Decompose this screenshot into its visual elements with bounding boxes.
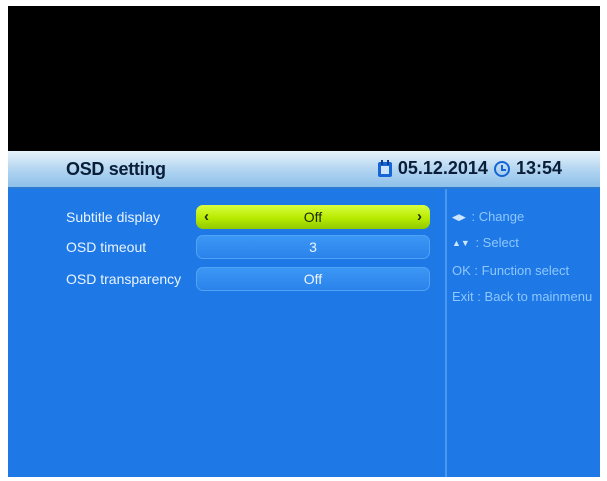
date-time: 05.12.2014 13:54 [377,158,562,179]
panel-divider [445,189,447,477]
date-text: 05.12.2014 [397,158,488,178]
setting-row-osd-transparency[interactable]: OSD transparency Off [8,267,445,291]
help-key: OK [452,263,471,278]
help-text: : Function select [474,263,570,278]
setting-value: 3 [309,239,317,255]
help-text: : Select [475,235,519,250]
left-right-arrows-icon: ◀▶ [452,212,466,222]
setting-label: Subtitle display [66,209,161,225]
setting-value-selector[interactable]: ‹ Off › [196,205,430,229]
tv-screen: OSD setting 05.12.2014 13:54 Subtitle di… [8,6,600,477]
up-down-arrows-icon: ▲▼ [452,238,470,248]
help-key: Exit [452,289,474,304]
setting-value: Off [303,271,323,287]
settings-panel: Subtitle display ‹ Off › OSD timeout 3 O… [8,189,600,477]
calendar-icon [377,160,392,177]
setting-value-selector[interactable]: Off [196,267,430,291]
setting-row-subtitle-display[interactable]: Subtitle display ‹ Off › [8,205,445,229]
setting-value-selector[interactable]: 3 [196,235,430,259]
help-ok: OK : Function select [452,263,569,278]
clock-icon [493,160,510,177]
help-change: ◀▶ : Change [452,209,524,224]
page-title: OSD setting [66,159,166,179]
setting-label: OSD transparency [66,271,182,287]
help-select: ▲▼ : Select [452,235,519,250]
setting-row-osd-timeout[interactable]: OSD timeout 3 [8,235,445,259]
help-text: : Change [471,209,525,224]
chevron-right-icon[interactable]: › [417,208,422,225]
help-text: : Back to mainmenu [477,289,593,304]
setting-value: Off [303,209,323,225]
help-exit: Exit : Back to mainmenu [452,289,592,304]
menu-header: OSD setting 05.12.2014 13:54 [8,151,600,189]
time-text: 13:54 [515,158,562,178]
setting-label: OSD timeout [66,239,147,255]
